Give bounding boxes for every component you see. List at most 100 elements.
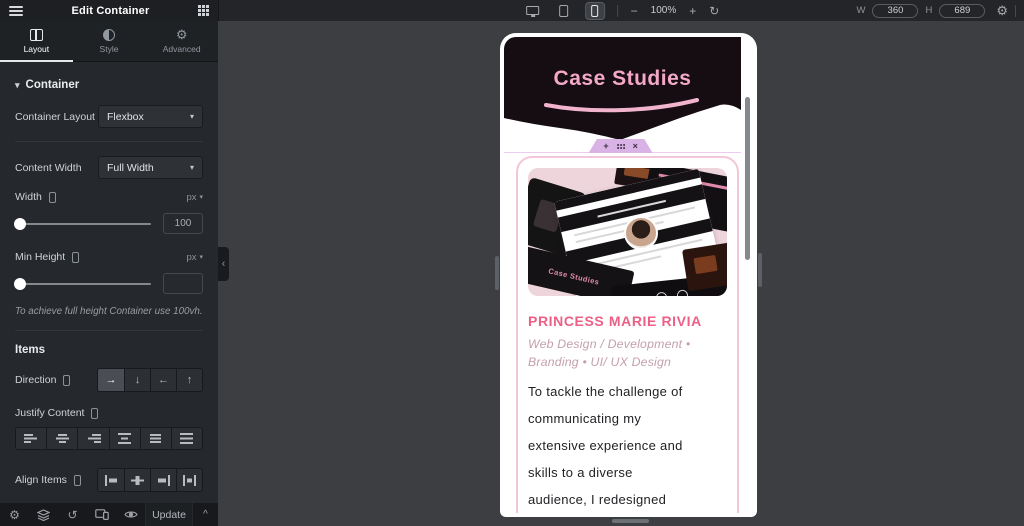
align-end-button[interactable] bbox=[150, 469, 176, 491]
min-height-slider[interactable] bbox=[14, 277, 151, 290]
width-slider[interactable] bbox=[14, 217, 151, 230]
chevron-up-icon: ^ bbox=[203, 509, 208, 520]
case-collage-image[interactable]: Case Studies bbox=[528, 168, 727, 296]
widget-handle[interactable]: + × bbox=[588, 139, 653, 153]
elementor-editor: { "panel": { "title": "Edit Container", … bbox=[0, 0, 1024, 526]
tab-layout[interactable]: Layout bbox=[0, 21, 73, 62]
width-label-wrap: Width bbox=[15, 191, 186, 203]
update-button[interactable]: Update bbox=[145, 503, 192, 526]
justify-start-button[interactable] bbox=[16, 428, 47, 449]
direction-button-group: → ↓ ← ↑ bbox=[97, 368, 203, 392]
align-start-button[interactable] bbox=[98, 469, 124, 491]
add-widget-button[interactable]: + bbox=[603, 141, 608, 151]
justify-space-evenly-button[interactable] bbox=[170, 428, 202, 449]
width-row: Width px ▾ bbox=[15, 191, 203, 203]
width-input[interactable] bbox=[163, 213, 203, 234]
mobile-responsive-icon[interactable] bbox=[48, 191, 56, 203]
preview-changes-button[interactable] bbox=[116, 503, 145, 526]
settings-button[interactable]: ⚙ bbox=[0, 503, 29, 526]
hero-underline-swoosh bbox=[544, 98, 699, 113]
hero-section: Case Studies bbox=[504, 37, 741, 149]
min-height-input[interactable] bbox=[163, 273, 203, 294]
container-layout-select[interactable]: Flexbox ▾ bbox=[98, 105, 203, 128]
device-scrollbar-thumb[interactable] bbox=[745, 97, 750, 260]
tablet-mode-button[interactable] bbox=[555, 3, 573, 19]
direction-column-reverse-button[interactable]: ↑ bbox=[176, 369, 202, 391]
align-label-wrap: Align Items bbox=[15, 474, 97, 486]
min-height-unit-dropdown[interactable]: px ▾ bbox=[186, 252, 203, 263]
container-layout-label: Container Layout bbox=[15, 110, 95, 123]
content-width-select[interactable]: Full Width ▾ bbox=[98, 156, 203, 179]
zoom-in-button[interactable]: + bbox=[689, 5, 696, 17]
case-body-line: extensive experience and bbox=[528, 438, 683, 453]
slider-handle[interactable] bbox=[14, 277, 26, 290]
history-icon: ↺ bbox=[67, 507, 78, 522]
justify-space-around-button[interactable] bbox=[139, 428, 171, 449]
align-center-button[interactable] bbox=[124, 469, 150, 491]
align-stretch-button[interactable] bbox=[176, 469, 202, 491]
content-width-label: Content Width bbox=[15, 161, 82, 174]
resize-handle-left[interactable] bbox=[495, 256, 499, 290]
mobile-responsive-icon[interactable] bbox=[73, 474, 81, 486]
case-body-line: audience, I redesigned bbox=[528, 492, 667, 507]
preview-width-field[interactable] bbox=[872, 3, 919, 18]
preview-settings-button[interactable]: ⚙ bbox=[996, 4, 1008, 17]
direction-row-reverse-button[interactable]: ← bbox=[150, 369, 176, 391]
slider-handle[interactable] bbox=[14, 217, 26, 230]
apps-grid-icon[interactable] bbox=[198, 5, 209, 16]
collage-photo-dark bbox=[682, 242, 727, 292]
zoom-level: 100% bbox=[650, 5, 677, 16]
mobile-responsive-icon[interactable] bbox=[91, 407, 99, 419]
preview-height-field[interactable] bbox=[939, 3, 986, 18]
desktop-mode-button[interactable] bbox=[524, 3, 542, 19]
mobile-responsive-icon[interactable] bbox=[72, 251, 80, 263]
toolbar-center-group: − 100% + ↻ bbox=[524, 1, 719, 20]
responsive-mode-button[interactable] bbox=[87, 503, 116, 526]
case-body-text: To tackle the challenge of communicating… bbox=[528, 378, 727, 513]
reset-zoom-button[interactable]: ↻ bbox=[709, 5, 719, 17]
width-slider-row bbox=[14, 213, 203, 234]
hamburger-menu-icon[interactable] bbox=[9, 5, 23, 16]
mobile-responsive-icon[interactable] bbox=[63, 374, 71, 386]
device-screen: Case Studies + × Case Studies PRINCESS M… bbox=[504, 37, 753, 513]
container-section-header[interactable]: ▾ Container bbox=[15, 79, 203, 91]
direction-column-button[interactable]: ↓ bbox=[124, 369, 150, 391]
panel-footer: ⚙ ↺ Update ^ bbox=[0, 503, 218, 526]
collapse-panel-button[interactable]: ‹ bbox=[218, 247, 229, 281]
history-button[interactable]: ↺ bbox=[58, 503, 87, 526]
min-height-label: Min Height bbox=[15, 251, 66, 263]
chevron-down-icon: ▾ bbox=[199, 254, 203, 261]
tablet-icon bbox=[559, 4, 569, 17]
tab-style[interactable]: Style bbox=[73, 21, 146, 61]
chevron-down-icon: ▾ bbox=[189, 163, 194, 172]
justify-end-button[interactable] bbox=[77, 428, 109, 449]
panel-title: Edit Container bbox=[71, 4, 150, 17]
justify-content-label: Justify Content bbox=[15, 407, 85, 419]
panel-body: ▾ Container Container Layout Flexbox ▾ C… bbox=[0, 62, 218, 524]
case-title: PRINCESS MARIE RIVIA bbox=[528, 313, 702, 329]
align-items-row: Align Items bbox=[15, 468, 203, 492]
horizontal-scrollbar-thumb[interactable] bbox=[612, 519, 649, 523]
direction-row-button[interactable]: → bbox=[98, 369, 124, 391]
zoom-out-button[interactable]: − bbox=[631, 5, 638, 17]
align-items-label: Align Items bbox=[15, 474, 67, 486]
navigator-button[interactable] bbox=[29, 503, 58, 526]
footer-options-toggle[interactable]: ^ bbox=[192, 503, 218, 526]
resize-handle-right[interactable] bbox=[758, 253, 762, 287]
case-subtitle-line: Web Design / Development • bbox=[528, 337, 691, 351]
device-scrollbar[interactable] bbox=[741, 37, 753, 513]
unit-label: px bbox=[186, 191, 197, 203]
layers-icon bbox=[37, 508, 50, 521]
justify-space-between-button[interactable] bbox=[108, 428, 140, 449]
drag-widget-handle[interactable] bbox=[616, 143, 625, 149]
case-body-line: skills to a diverse bbox=[528, 465, 633, 480]
panel-header: Edit Container bbox=[0, 0, 218, 21]
direction-label-wrap: Direction bbox=[15, 374, 97, 386]
justify-center-button[interactable] bbox=[46, 428, 78, 449]
mobile-mode-button[interactable] bbox=[584, 1, 605, 20]
tab-advanced-label: Advanced bbox=[162, 43, 201, 54]
content-width-row: Content Width Full Width ▾ bbox=[15, 156, 203, 179]
delete-widget-button[interactable]: × bbox=[633, 141, 638, 151]
width-unit-dropdown[interactable]: px ▾ bbox=[186, 192, 203, 203]
tab-advanced[interactable]: ⚙ Advanced bbox=[145, 21, 218, 61]
